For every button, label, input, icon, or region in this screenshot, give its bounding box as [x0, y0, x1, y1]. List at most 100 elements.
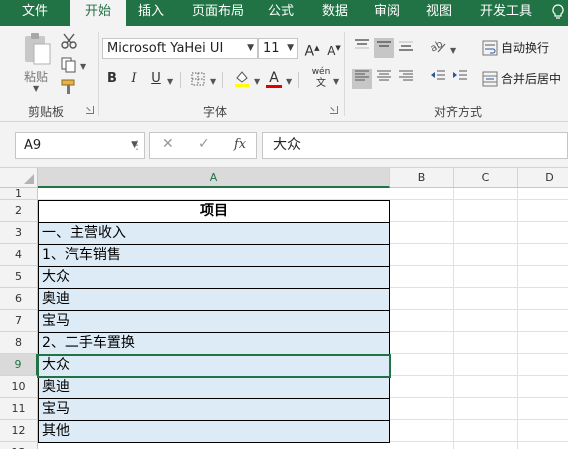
phonetic-guide-icon[interactable]: wén 文	[310, 67, 332, 89]
table-header-cell[interactable]: 项目	[38, 200, 390, 223]
font-name-select[interactable]: Microsoft YaHei UI ▼	[102, 38, 258, 59]
phonetic-glyph: wén	[311, 67, 331, 77]
tab-review[interactable]: 审阅	[368, 0, 406, 26]
cancel-icon[interactable]: ✕	[162, 136, 174, 152]
name-box-value: A9	[24, 138, 42, 153]
tab-developer[interactable]: 开发工具	[474, 0, 538, 26]
lightbulb-icon[interactable]	[552, 4, 564, 20]
group-separator	[98, 32, 99, 116]
table-cell[interactable]: 2、二手车置换	[38, 333, 390, 355]
tab-formulas[interactable]: 公式	[262, 0, 300, 26]
select-all-button[interactable]	[0, 168, 38, 188]
paste-button[interactable]: 粘贴 ▼	[20, 32, 54, 93]
increase-indent-icon[interactable]	[450, 69, 470, 89]
row-header[interactable]: 3	[0, 222, 38, 244]
font-color-icon[interactable]: A	[264, 68, 284, 88]
row-header[interactable]: 12	[0, 420, 38, 442]
gridline	[517, 188, 518, 449]
chevron-down-icon: ▼	[247, 43, 254, 53]
decrease-font-size-button[interactable]: A▼	[324, 38, 344, 58]
align-middle-icon[interactable]	[374, 38, 394, 58]
table-cell[interactable]: 宝马	[38, 399, 390, 421]
row-header[interactable]: 4	[0, 244, 38, 266]
align-top-icon[interactable]	[352, 38, 372, 58]
underline-button[interactable]: U	[146, 69, 166, 89]
orientation-dropdown-icon[interactable]: ▼	[450, 46, 456, 55]
gridline	[453, 188, 454, 449]
increase-font-size-button[interactable]: A▲	[302, 38, 322, 60]
column-header-b[interactable]: B	[390, 168, 454, 188]
underline-dropdown-icon[interactable]: ▼	[167, 77, 173, 86]
name-box[interactable]: A9 ▼	[15, 132, 145, 159]
tab-home[interactable]: 开始	[70, 0, 126, 28]
enter-icon[interactable]: ✓	[198, 136, 210, 152]
row-header[interactable]: 8	[0, 332, 38, 354]
row-header[interactable]: 6	[0, 288, 38, 310]
phonetic-dropdown-icon[interactable]: ▼	[333, 77, 339, 86]
more-icon[interactable]: ⋮	[131, 138, 143, 152]
row-header[interactable]: 11	[0, 398, 38, 420]
table-cell[interactable]: 宝马	[38, 311, 390, 333]
orientation-icon[interactable]: ab	[428, 38, 448, 58]
paste-label: 粘贴	[24, 70, 49, 84]
copy-dropdown-icon: ▼	[80, 62, 87, 71]
merge-center-button[interactable]: 合并后居中	[480, 69, 568, 89]
borders-dropdown-icon[interactable]: ▼	[210, 77, 216, 86]
phonetic-char-glyph: 文	[316, 78, 326, 89]
table-cell[interactable]: 大众	[37, 354, 391, 378]
row-header[interactable]: 13	[0, 442, 38, 449]
tab-view[interactable]: 视图	[420, 0, 458, 26]
column-header-d[interactable]: D	[518, 168, 568, 188]
tab-data[interactable]: 数据	[316, 0, 354, 26]
insert-function-icon[interactable]: fx	[234, 137, 246, 152]
table-cell[interactable]: 一、主营收入	[38, 223, 390, 245]
italic-button[interactable]: I	[124, 69, 144, 89]
ribbon-tab-bar: 文件 开始 插入 页面布局 公式 数据 审阅 视图 开发工具	[0, 0, 568, 28]
row-header[interactable]: 2	[0, 200, 38, 222]
align-bottom-icon[interactable]	[396, 38, 416, 58]
tab-file[interactable]: 文件	[14, 0, 56, 26]
grow-font-glyph: A	[304, 43, 315, 60]
table-cell[interactable]: 大众	[38, 267, 390, 289]
clipboard-launcher-icon[interactable]	[86, 106, 94, 114]
row-header[interactable]: 1	[0, 188, 38, 200]
table-cell[interactable]: 其他	[38, 421, 390, 443]
formula-input[interactable]: 大众	[262, 132, 568, 159]
alignment-group-label: 对齐方式	[433, 105, 482, 119]
row-header[interactable]: 10	[0, 376, 38, 398]
worksheet-grid: A B C D 12345678910111213项目一、主营收入1、汽车销售大…	[0, 168, 568, 449]
table-cell[interactable]: 1、汽车销售	[38, 245, 390, 267]
table-cell[interactable]: 奥迪	[38, 377, 390, 399]
borders-icon[interactable]	[188, 69, 208, 89]
tab-page-layout[interactable]: 页面布局	[186, 0, 250, 26]
tab-insert[interactable]: 插入	[130, 0, 172, 26]
merge-center-icon	[482, 71, 498, 87]
formula-bar: A9 ▼ ⋮ ✕ ✓ fx 大众	[0, 122, 568, 168]
cut-icon[interactable]	[60, 32, 80, 52]
font-launcher-icon[interactable]	[330, 106, 338, 114]
fill-color-dropdown-icon[interactable]: ▼	[254, 77, 260, 86]
table-cell[interactable]: 奥迪	[38, 289, 390, 311]
font-size-select[interactable]: 11 ▼	[258, 38, 298, 59]
row-header[interactable]: 9	[0, 354, 38, 376]
align-center-icon[interactable]	[374, 69, 394, 89]
divider	[222, 72, 223, 88]
bold-button[interactable]: B	[102, 69, 122, 89]
wrap-text-icon	[482, 40, 498, 56]
wrap-text-button[interactable]: 自动换行	[480, 38, 568, 58]
align-right-icon[interactable]	[396, 69, 416, 89]
column-header-c[interactable]: C	[454, 168, 518, 188]
align-left-icon[interactable]	[352, 69, 372, 89]
wrap-text-label: 自动换行	[501, 41, 550, 55]
fill-color-icon[interactable]	[232, 69, 252, 89]
font-color-dropdown-icon[interactable]: ▼	[286, 77, 292, 86]
column-header-a[interactable]: A	[38, 168, 390, 188]
row-header[interactable]: 7	[0, 310, 38, 332]
ribbon-home: 粘贴 ▼ ▼ 剪贴板 Microsoft YaHei UI ▼ 11 ▼ A▲ …	[0, 26, 568, 122]
decrease-indent-icon[interactable]	[428, 69, 448, 89]
format-painter-icon[interactable]	[60, 78, 80, 98]
font-color-glyph: A	[269, 70, 279, 86]
font-size-value: 11	[263, 41, 280, 56]
copy-icon[interactable]: ▼	[60, 56, 88, 76]
row-header[interactable]: 5	[0, 266, 38, 288]
